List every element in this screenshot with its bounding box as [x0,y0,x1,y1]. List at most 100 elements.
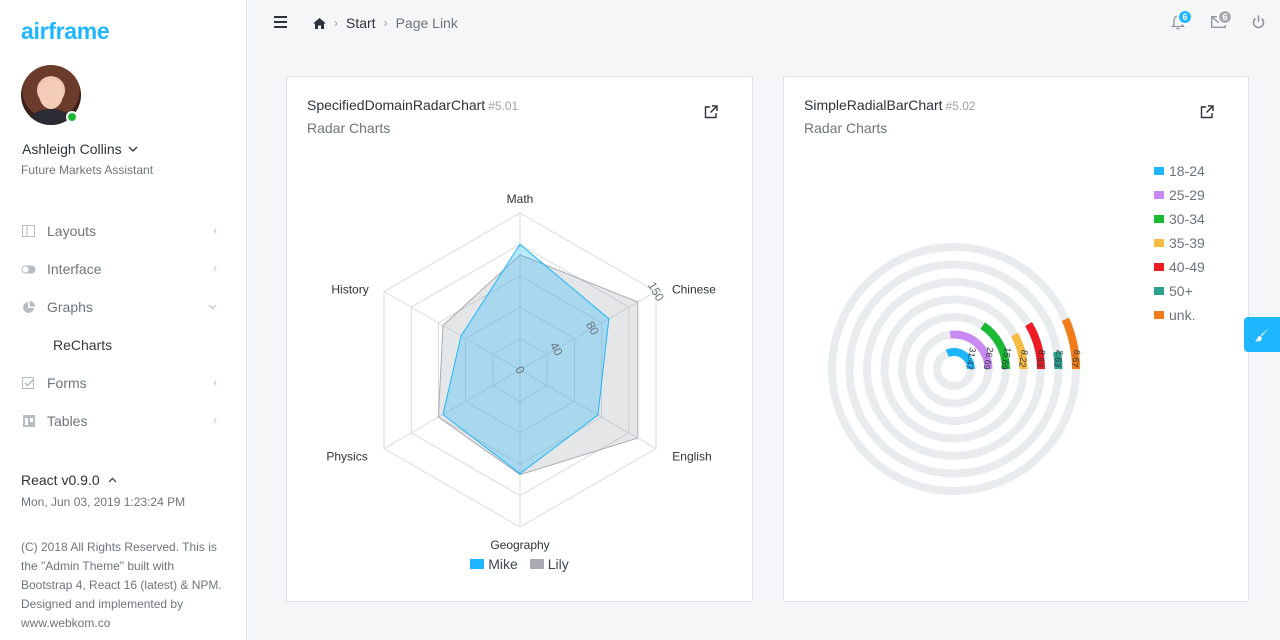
version-toggle[interactable]: React v0.9.0 [21,472,117,488]
legend-item[interactable]: 40-49 [1154,255,1205,279]
pie-chart-icon [21,300,36,315]
radar-axis-label: History [331,283,368,297]
legend-label: Mike [488,556,518,572]
legend-label: Lily [547,556,569,572]
legend-swatch [470,559,485,569]
radar-axis-label: Geography [490,538,549,552]
sidebar-item-tables[interactable]: Tables ‹ [0,402,247,440]
radar-axis-label: Physics [326,450,367,464]
legend-label: 40-49 [1169,259,1205,275]
card-title-text: SimpleRadialBarChart [804,97,943,113]
copyright-text: (C) 2018 All Rights Reserved. This is th… [21,540,222,630]
paint-brush-icon [1255,327,1269,341]
sidebar-item-recharts[interactable]: ReCharts [0,326,247,364]
legend-label: 35-39 [1169,235,1205,251]
radar-radius-tick: 150 [645,279,667,304]
legend-item[interactable]: 25-29 [1154,183,1205,207]
radar-axis-label: English [672,450,711,464]
legend-swatch [1154,191,1164,199]
radar-axis-label: Chinese [672,283,716,297]
card-subtitle: Radar Charts [307,120,391,136]
chevron-down-icon [128,146,138,152]
chevron-left-icon: ‹ [213,377,217,389]
legend-swatch [1154,287,1164,295]
notification-badge: 6 [1177,9,1193,25]
legend-swatch [1154,311,1164,319]
legend-swatch [1154,239,1164,247]
sidebar-nav: Layouts ‹ Interface ‹ Graphs ReCharts Fo… [0,212,247,440]
breadcrumb-start[interactable]: Start [346,15,376,31]
radial-legend: 18-24 25-29 30-34 35-39 40-49 50+ unk. [1154,159,1205,327]
legend-item[interactable]: 35-39 [1154,231,1205,255]
sidebar-item-graphs[interactable]: Graphs [0,288,247,326]
chevron-left-icon: ‹ [213,415,217,427]
breadcrumb-separator: › [383,16,388,30]
sidebar-item-label: Graphs [47,299,93,315]
legend-label: 18-24 [1169,163,1205,179]
card-title: SpecifiedDomainRadarChart #5.01 [307,97,518,113]
chevron-down-icon [208,304,217,310]
message-badge: 6 [1217,9,1233,25]
theme-customizer-button[interactable] [1244,317,1280,352]
radial-bar-value-label: 31.47 [964,347,978,371]
card-title: SimpleRadialBarChart #5.02 [804,97,976,113]
breadcrumb-page: Page Link [395,15,458,31]
card-number: #5.01 [488,99,519,113]
user-name-dropdown[interactable]: Ashleigh Collins [22,141,138,157]
radial-bar-background [863,278,1045,460]
build-datetime: Mon, Jun 03, 2019 1:23:24 PM [21,495,186,509]
brand-logo[interactable]: airframe [21,18,110,45]
radial-bar-chart-card: SimpleRadialBarChart #5.02 Radar Charts 3… [783,76,1249,602]
sidebar-item-label: Forms [47,375,87,391]
toggle-icon [21,262,36,277]
sidebar-item-label: Interface [47,261,102,277]
version-label: React v0.9.0 [21,472,100,488]
chevron-left-icon: ‹ [213,225,217,237]
legend-swatch [529,559,544,569]
breadcrumb-separator: › [334,16,338,30]
legend-swatch [1154,263,1164,271]
sidebar: airframe Ashleigh Collins Future Markets… [0,0,247,640]
breadcrumb: › Start › Page Link [313,15,458,31]
chevron-up-icon [108,477,117,483]
sidebar-item-label: ReCharts [53,337,113,353]
legend-item[interactable]: 30-34 [1154,207,1205,231]
card-title-text: SpecifiedDomainRadarChart [307,97,486,113]
radar-chart-card: SpecifiedDomainRadarChart #5.01 Radar Cha… [286,76,753,602]
user-name: Ashleigh Collins [22,141,122,157]
sidebar-item-label: Tables [47,413,88,429]
legend-swatch [1154,215,1164,223]
home-icon[interactable] [313,17,326,29]
table-icon [21,414,36,429]
sidebar-item-forms[interactable]: Forms ‹ [0,364,247,402]
legend-label: 50+ [1169,283,1193,299]
legend-label: unk. [1169,307,1196,323]
radar-axis-label: Math [507,192,534,206]
external-link-icon[interactable] [704,105,718,119]
radar-chart: Math Chinese English Geography Physics Histor… [326,192,716,552]
menu-toggle-icon[interactable] [274,16,287,28]
radar-legend: Mike Lily [287,556,752,572]
sidebar-item-interface[interactable]: Interface ‹ [0,250,247,288]
legend-label: 30-34 [1169,211,1205,227]
legend-item-mike[interactable]: Mike [470,556,518,572]
chevron-left-icon: ‹ [213,263,217,275]
radial-bar-chart: 31.47 26.69 15.69 8.22 8.63 2.63 6.67 [828,243,1082,495]
power-icon[interactable] [1249,13,1267,31]
card-subtitle: Radar Charts [804,120,888,136]
legend-item[interactable]: 18-24 [1154,159,1205,183]
legend-item[interactable]: 50+ [1154,279,1205,303]
online-status-dot [66,111,78,123]
topbar: › Start › Page Link 6 6 [247,0,1280,46]
check-square-icon [21,376,36,391]
legend-item[interactable]: unk. [1154,303,1205,327]
external-link-icon[interactable] [1200,105,1214,119]
legend-item-lily[interactable]: Lily [529,556,569,572]
columns-icon [21,224,36,239]
user-role: Future Markets Assistant [21,163,154,177]
sidebar-item-layouts[interactable]: Layouts ‹ [0,212,247,250]
legend-swatch [1154,167,1164,175]
card-number: #5.02 [945,99,976,113]
legend-label: 25-29 [1169,187,1205,203]
sidebar-item-label: Layouts [47,223,97,239]
